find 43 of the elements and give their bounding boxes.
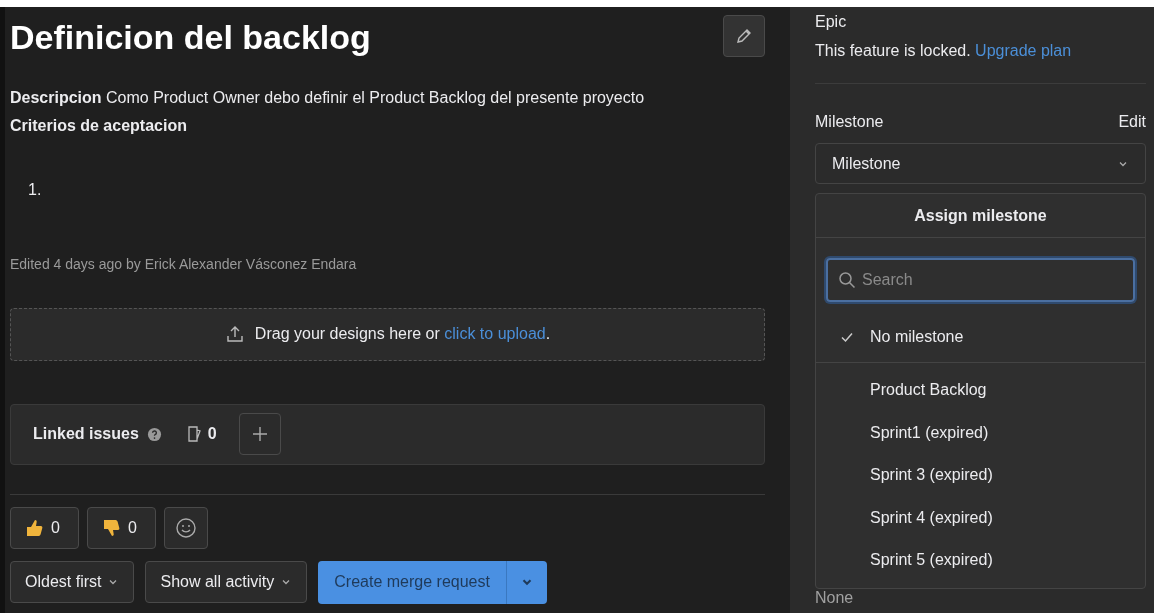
issue-icon	[185, 425, 204, 444]
upload-icon	[224, 324, 245, 345]
reaction-button[interactable]: 0	[86, 506, 156, 549]
issue-title: Definicion del backlog	[10, 17, 371, 58]
design-dropzone[interactable]: Drag your designs here or click to upload.	[10, 307, 765, 361]
milestone-option[interactable]: Sprint 3 (expired)	[816, 454, 1145, 497]
help-icon[interactable]	[146, 426, 162, 442]
filter-dropdown[interactable]: Show all activity	[145, 560, 308, 603]
edited-note: Edited 4 days ago by Erick Alexander Vásconez Endara	[10, 254, 357, 274]
milestone-option[interactable]: Product Backlog	[816, 369, 1145, 412]
milestone-option[interactable]: Sprint1 (expired)	[816, 411, 1145, 454]
criteria-heading: Criterios de aceptacion	[10, 115, 188, 136]
linked-issues-label: Linked issues	[33, 424, 139, 445]
add-button[interactable]	[238, 413, 281, 456]
pencil-icon	[735, 27, 753, 45]
menu-title: Assign milestone	[816, 194, 1145, 238]
upgrade-link[interactable]: Upgrade plan	[975, 42, 1072, 59]
epic-label: Epic	[815, 12, 847, 32]
thumbs-down-icon	[101, 517, 122, 538]
emoji-button[interactable]	[163, 506, 208, 549]
sort-dropdown[interactable]: Oldest first	[10, 560, 135, 603]
upload-link[interactable]: click to upload	[444, 325, 546, 343]
search-field[interactable]: Search	[826, 258, 1135, 302]
milestone-option[interactable]: No milestone	[816, 311, 1145, 363]
description-text: Descripcion Como Product Owner debo definir el Product Backlog del presente proyecto	[10, 87, 646, 108]
thumbs-up-icon	[25, 517, 45, 538]
merge-options-button[interactable]	[505, 560, 547, 604]
epic-locked-text: This feature is locked. Upgrade plan	[815, 41, 1072, 61]
milestone-value: None	[815, 588, 854, 608]
milestone-label: Milestone	[815, 112, 884, 132]
milestone-dropdown[interactable]: Milestone	[815, 143, 1146, 184]
smiley-icon	[174, 516, 197, 539]
search-icon	[838, 271, 856, 289]
edit-button[interactable]	[723, 15, 765, 57]
list-marker: 1.	[28, 179, 42, 200]
edit-link[interactable]: Edit	[1118, 110, 1146, 134]
milestone-option[interactable]: Sprint 5 (expired)	[816, 539, 1145, 582]
milestone-option[interactable]: Sprint 4 (expired)	[816, 496, 1145, 539]
merge-request-button[interactable]: Create merge request	[318, 560, 506, 604]
linked-count: 0	[207, 424, 217, 445]
reaction-button[interactable]: 0	[10, 506, 79, 549]
plus-icon	[250, 425, 269, 444]
upload-text: Drag your designs here or click to upload.	[254, 324, 551, 345]
